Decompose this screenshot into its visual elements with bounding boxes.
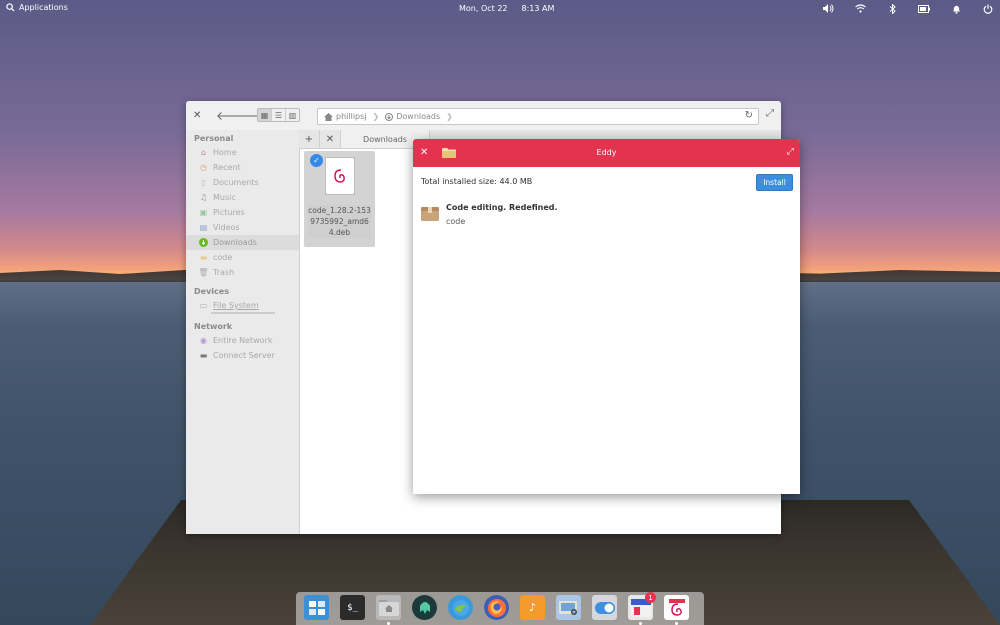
debian-package-icon bbox=[325, 157, 355, 195]
sidebar-item-downloads[interactable]: Downloads bbox=[186, 235, 299, 250]
photos-icon[interactable] bbox=[556, 595, 581, 620]
system-settings-icon[interactable] bbox=[592, 595, 617, 620]
bluetooth-icon[interactable] bbox=[886, 3, 898, 14]
installed-size-label: Total installed size: 44.0 MB bbox=[421, 177, 533, 186]
file-item[interactable]: ✓ code_1.28.2-1539735992_amd64.deb bbox=[304, 151, 375, 247]
top-panel: Applications Mon, Oct 22 8:13 AM bbox=[0, 0, 1000, 17]
eddy-installer-icon[interactable]: 1 bbox=[628, 592, 656, 625]
package-summary: Code editing. Redefined. bbox=[446, 203, 558, 212]
breadcrumb-home[interactable]: phillipsj bbox=[318, 112, 373, 121]
sidebar-item-code[interactable]: ▬ code bbox=[186, 250, 299, 265]
trash-icon: 🗑 bbox=[198, 268, 209, 277]
package-icon bbox=[421, 207, 439, 221]
files-icon[interactable] bbox=[376, 595, 401, 625]
applications-menu[interactable]: Applications bbox=[6, 3, 68, 12]
breadcrumb-home-label: phillipsj bbox=[336, 112, 367, 121]
battery-icon[interactable] bbox=[918, 3, 930, 14]
storage-usage-bar bbox=[211, 312, 275, 314]
window-title: Eddy bbox=[596, 148, 617, 157]
debian-package-icon[interactable] bbox=[664, 595, 689, 625]
home-icon: ⌂ bbox=[200, 148, 207, 157]
close-icon[interactable]: ✕ bbox=[193, 110, 201, 121]
clock-icon: ◷ bbox=[200, 163, 207, 172]
sidebar-item-entire-network[interactable]: ◉ Entire Network bbox=[186, 333, 299, 348]
music-icon[interactable]: ♪ bbox=[520, 595, 545, 620]
sidebar-section-devices: Devices bbox=[194, 287, 229, 296]
file-manager-headerbar: ✕ 🡐 🡒 ▦ ☰ ▥ phillipsj ❯ Downloads ❯ ↻ ⤢ bbox=[186, 101, 781, 131]
list-view-icon[interactable]: ☰ bbox=[272, 109, 286, 121]
package-name: code bbox=[446, 217, 466, 226]
drive-icon: ▭ bbox=[199, 301, 208, 310]
sidebar-item-home[interactable]: ⌂ Home bbox=[186, 145, 299, 160]
pictures-icon: ▣ bbox=[199, 208, 208, 217]
download-icon bbox=[385, 112, 394, 121]
sidebar-item-documents[interactable]: ▯ Documents bbox=[186, 175, 299, 190]
volume-icon[interactable] bbox=[822, 3, 834, 14]
sidebar-section-network: Network bbox=[194, 322, 233, 331]
sidebar-item-pictures[interactable]: ▣ Pictures bbox=[186, 205, 299, 220]
eddy-headerbar: ✕ Eddy ⤢ bbox=[413, 139, 800, 167]
breadcrumb-separator: ❯ bbox=[446, 112, 453, 121]
home-icon bbox=[324, 112, 333, 121]
notifications-icon[interactable] bbox=[950, 3, 962, 14]
sidebar-item-trash[interactable]: 🗑 Trash bbox=[186, 265, 299, 280]
new-tab-button[interactable]: + bbox=[299, 130, 320, 148]
file-name: code_1.28.2-1539735992_amd64.deb bbox=[308, 205, 371, 238]
applications-label: Applications bbox=[19, 3, 68, 12]
videos-icon: ▤ bbox=[199, 223, 208, 232]
multitasking-view-icon[interactable] bbox=[304, 595, 329, 620]
music-icon: ♫ bbox=[199, 193, 208, 202]
close-tab-icon[interactable]: ✕ bbox=[320, 130, 341, 148]
document-icon: ▯ bbox=[201, 178, 206, 187]
sidebar-item-recent[interactable]: ◷ Recent bbox=[186, 160, 299, 175]
sidebar: Personal ⌂ Home ◷ Recent ▯ Documents ♫ Music… bbox=[186, 130, 300, 534]
firefox-icon[interactable] bbox=[484, 595, 509, 620]
terminal-icon[interactable]: $_ bbox=[340, 595, 365, 620]
eddy-window: ✕ Eddy ⤢ Total installed size: 44.0 MB I… bbox=[413, 139, 800, 494]
breadcrumb-downloads-label: Downloads bbox=[396, 112, 441, 121]
wifi-icon[interactable] bbox=[854, 3, 866, 14]
date-label: Mon, Oct 22 bbox=[459, 4, 508, 13]
web-browser-icon[interactable] bbox=[448, 595, 473, 620]
sidebar-section-personal: Personal bbox=[194, 134, 234, 143]
date-time[interactable]: Mon, Oct 22 8:13 AM bbox=[459, 4, 554, 13]
checkmark-icon[interactable]: ✓ bbox=[310, 154, 323, 167]
sidebar-item-videos[interactable]: ▤ Videos bbox=[186, 220, 299, 235]
download-icon bbox=[199, 238, 208, 247]
server-icon: ▬ bbox=[199, 351, 208, 360]
maximize-icon[interactable]: ⤢ bbox=[787, 147, 794, 157]
install-button[interactable]: Install bbox=[756, 174, 793, 191]
grid-view-icon[interactable]: ▦ bbox=[258, 109, 272, 121]
sidebar-item-connect-server[interactable]: ▬ Connect Server bbox=[186, 348, 299, 363]
view-switcher: ▦ ☰ ▥ bbox=[257, 108, 300, 122]
column-view-icon[interactable]: ▥ bbox=[286, 109, 299, 121]
time-label: 8:13 AM bbox=[521, 4, 555, 13]
reload-icon[interactable]: ↻ bbox=[745, 110, 753, 121]
network-icon: ◉ bbox=[200, 336, 207, 345]
path-bar[interactable]: phillipsj ❯ Downloads ❯ ↻ bbox=[317, 108, 759, 125]
dock: $_ ♪ 1 bbox=[296, 592, 704, 625]
notification-badge: 1 bbox=[645, 592, 656, 603]
power-icon[interactable] bbox=[982, 3, 994, 14]
sidebar-item-music[interactable]: ♫ Music bbox=[186, 190, 299, 205]
sidebar-item-file-system[interactable]: ▭ File System bbox=[186, 298, 299, 313]
breadcrumb-separator: ❯ bbox=[372, 112, 380, 121]
folder-icon: ▬ bbox=[199, 253, 208, 262]
fullscreen-icon[interactable]: ⤢ bbox=[766, 108, 774, 119]
appcenter-icon[interactable] bbox=[412, 595, 437, 620]
search-icon bbox=[6, 3, 15, 12]
breadcrumb-downloads[interactable]: Downloads bbox=[379, 112, 446, 121]
